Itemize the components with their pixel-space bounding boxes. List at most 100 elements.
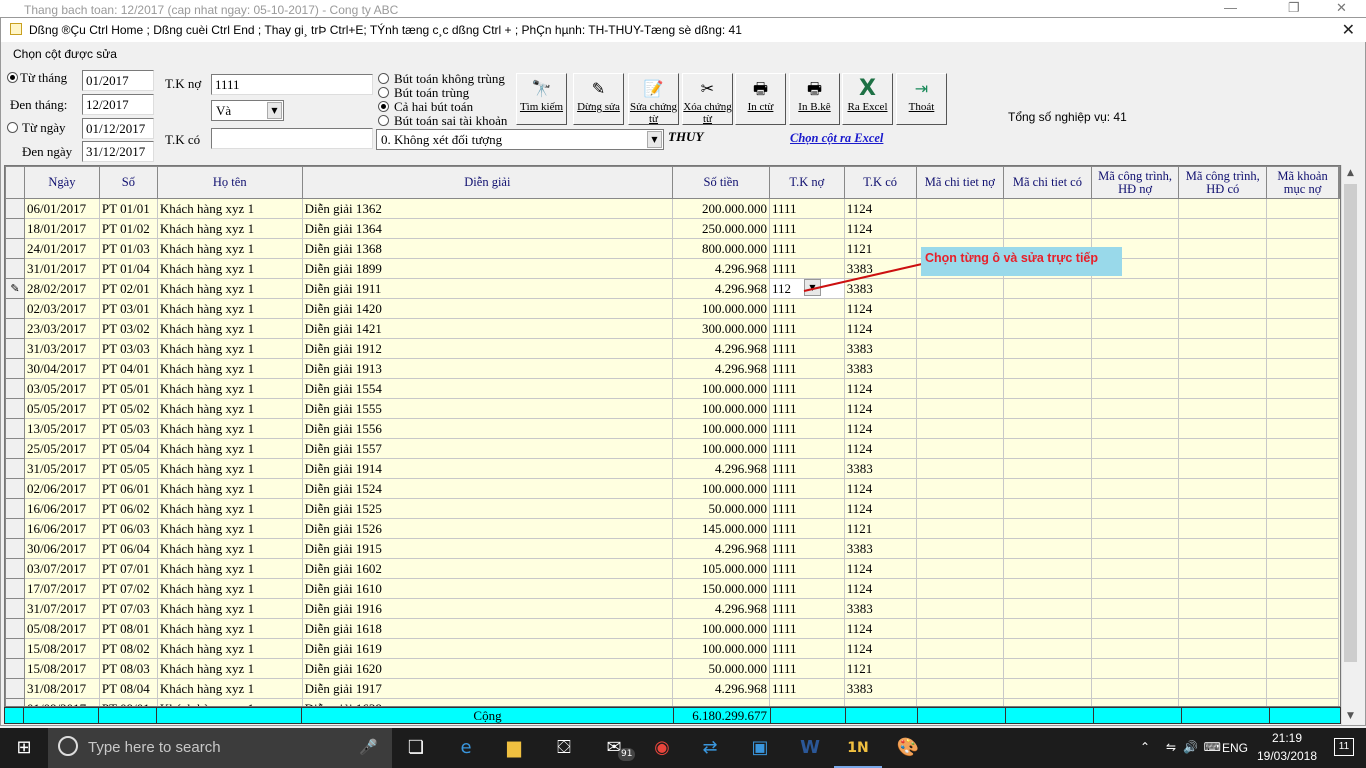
table-cell[interactable] <box>1266 278 1339 299</box>
table-cell[interactable] <box>915 618 1005 639</box>
table-cell[interactable] <box>1090 498 1180 519</box>
table-cell[interactable] <box>1266 318 1339 339</box>
table-cell[interactable]: PT 05/01 <box>98 378 158 399</box>
table-cell[interactable]: PT 02/01 <box>98 278 158 299</box>
table-row[interactable]: 17/07/2017 PT 07/02 Khách hàng xyz 1 Diễn g… <box>5 578 1340 599</box>
table-cell[interactable] <box>1178 298 1268 319</box>
table-cell[interactable] <box>915 218 1005 239</box>
table-cell[interactable] <box>1090 298 1180 319</box>
table-cell[interactable]: 1111 <box>768 418 845 439</box>
table-cell[interactable]: Diễn giải 1915 <box>301 538 674 559</box>
table-cell[interactable]: Diễn giải 1524 <box>301 478 674 499</box>
table-cell[interactable] <box>1178 598 1268 619</box>
chevron-down-icon[interactable]: ▼ <box>647 131 662 148</box>
table-cell[interactable] <box>915 278 1005 299</box>
row-selector[interactable] <box>5 518 25 539</box>
table-cell[interactable] <box>1090 318 1180 339</box>
table-cell[interactable]: PT 01/01 <box>98 198 158 219</box>
table-cell[interactable] <box>1090 598 1180 619</box>
table-cell[interactable]: Khách hàng xyz 1 <box>156 638 303 659</box>
table-cell[interactable] <box>915 338 1005 359</box>
table-cell[interactable]: 31/07/2017 <box>23 598 100 619</box>
table-cell[interactable]: Khách hàng xyz 1 <box>156 298 303 319</box>
table-cell[interactable] <box>843 698 917 706</box>
column-header[interactable]: Số <box>98 166 158 199</box>
table-cell[interactable]: 4.296.968 <box>672 358 770 379</box>
table-cell[interactable] <box>1003 498 1092 519</box>
table-cell[interactable]: 1111 <box>768 218 845 239</box>
table-cell[interactable]: 1111 <box>768 658 845 679</box>
language-indicator[interactable]: ENG <box>1222 741 1248 755</box>
table-row[interactable]: 05/08/2017 PT 08/01 Khách hàng xyz 1 Diễn g… <box>5 618 1340 639</box>
table-cell[interactable]: 01/09/2017 <box>23 698 100 706</box>
table-cell[interactable]: PT 05/02 <box>98 398 158 419</box>
column-header[interactable]: T.K có <box>843 166 917 199</box>
table-cell[interactable] <box>1178 358 1268 379</box>
table-row[interactable]: 15/08/2017 PT 08/02 Khách hàng xyz 1 Diễn g… <box>5 638 1340 659</box>
table-cell[interactable]: 1111 <box>768 558 845 579</box>
table-cell[interactable]: Khách hàng xyz 1 <box>156 398 303 419</box>
table-cell[interactable]: Khách hàng xyz 1 <box>156 578 303 599</box>
row-selector[interactable] <box>5 318 25 339</box>
table-cell[interactable]: 1121 <box>843 658 917 679</box>
table-cell[interactable]: 31/08/2017 <box>23 678 100 699</box>
table-cell[interactable]: 150.000.000 <box>672 578 770 599</box>
table-cell[interactable]: Khách hàng xyz 1 <box>156 698 303 706</box>
table-row[interactable]: 31/05/2017 PT 05/05 Khách hàng xyz 1 Diễn g… <box>5 458 1340 479</box>
table-cell[interactable]: Diễn giải 1913 <box>301 358 674 379</box>
table-cell[interactable] <box>1266 618 1339 639</box>
table-cell[interactable] <box>1178 498 1268 519</box>
table-cell[interactable]: PT 06/01 <box>98 478 158 499</box>
table-cell[interactable] <box>915 598 1005 619</box>
taskbar-search[interactable]: Type here to search 🎤 <box>48 728 392 768</box>
table-cell[interactable] <box>1003 458 1092 479</box>
table-cell[interactable]: 1111 <box>768 538 845 559</box>
table-cell[interactable]: 1124 <box>843 498 917 519</box>
table-cell[interactable] <box>1003 278 1092 299</box>
table-cell[interactable]: 1111 <box>768 678 845 699</box>
column-header[interactable]: Mã công trình, HĐ có <box>1178 166 1268 199</box>
table-cell[interactable]: 250.000.000 <box>672 218 770 239</box>
table-cell[interactable] <box>1090 218 1180 239</box>
table-cell[interactable]: 1124 <box>843 558 917 579</box>
table-cell[interactable] <box>1003 338 1092 359</box>
table-cell[interactable]: Khách hàng xyz 1 <box>156 258 303 279</box>
tk-co-field[interactable] <box>211 128 373 149</box>
table-cell[interactable] <box>1266 558 1339 579</box>
table-cell[interactable]: 50.000.000 <box>672 658 770 679</box>
table-cell[interactable] <box>1003 318 1092 339</box>
table-cell[interactable]: 24/01/2017 <box>23 238 100 259</box>
scroll-down-icon[interactable]: ▼ <box>1342 708 1359 725</box>
table-cell[interactable]: 1111 <box>768 598 845 619</box>
table-cell[interactable]: Khách hàng xyz 1 <box>156 658 303 679</box>
notification-count[interactable]: 11 <box>1334 738 1354 756</box>
table-cell[interactable] <box>1266 438 1339 459</box>
table-cell[interactable]: PT 03/02 <box>98 318 158 339</box>
edge-icon[interactable]: e <box>442 728 490 768</box>
row-selector[interactable] <box>5 218 25 239</box>
table-cell[interactable] <box>1003 438 1092 459</box>
table-cell[interactable] <box>1178 258 1268 279</box>
table-cell[interactable]: PT 08/03 <box>98 658 158 679</box>
table-cell[interactable]: 1124 <box>843 218 917 239</box>
table-cell[interactable]: Khách hàng xyz 1 <box>156 498 303 519</box>
table-cell[interactable] <box>915 478 1005 499</box>
table-row[interactable]: 25/05/2017 PT 05/04 Khách hàng xyz 1 Diễn g… <box>5 438 1340 459</box>
radio-opt2[interactable] <box>378 87 389 98</box>
table-cell[interactable]: Khách hàng xyz 1 <box>156 278 303 299</box>
table-cell[interactable]: 100.000.000 <box>672 478 770 499</box>
table-cell[interactable] <box>1003 638 1092 659</box>
table-cell[interactable]: 50.000.000 <box>672 498 770 519</box>
table-cell[interactable]: 1111 <box>768 478 845 499</box>
table-cell[interactable] <box>1266 538 1339 559</box>
table-cell[interactable]: 3383 <box>843 358 917 379</box>
table-cell[interactable]: 28/02/2017 <box>23 278 100 299</box>
store-icon[interactable]: ⛋ <box>540 728 588 768</box>
table-cell[interactable]: 4.296.968 <box>672 258 770 279</box>
table-cell[interactable]: PT 01/02 <box>98 218 158 239</box>
table-cell[interactable] <box>1003 358 1092 379</box>
from-month-field[interactable]: 01/2017 <box>82 70 154 91</box>
table-row[interactable]: 01/09/2017PT 09/01Khách hàng xyz 1Diễn g… <box>5 698 1340 706</box>
table-cell[interactable]: 145.000.000 <box>672 518 770 539</box>
table-cell[interactable]: PT 08/01 <box>98 618 158 639</box>
